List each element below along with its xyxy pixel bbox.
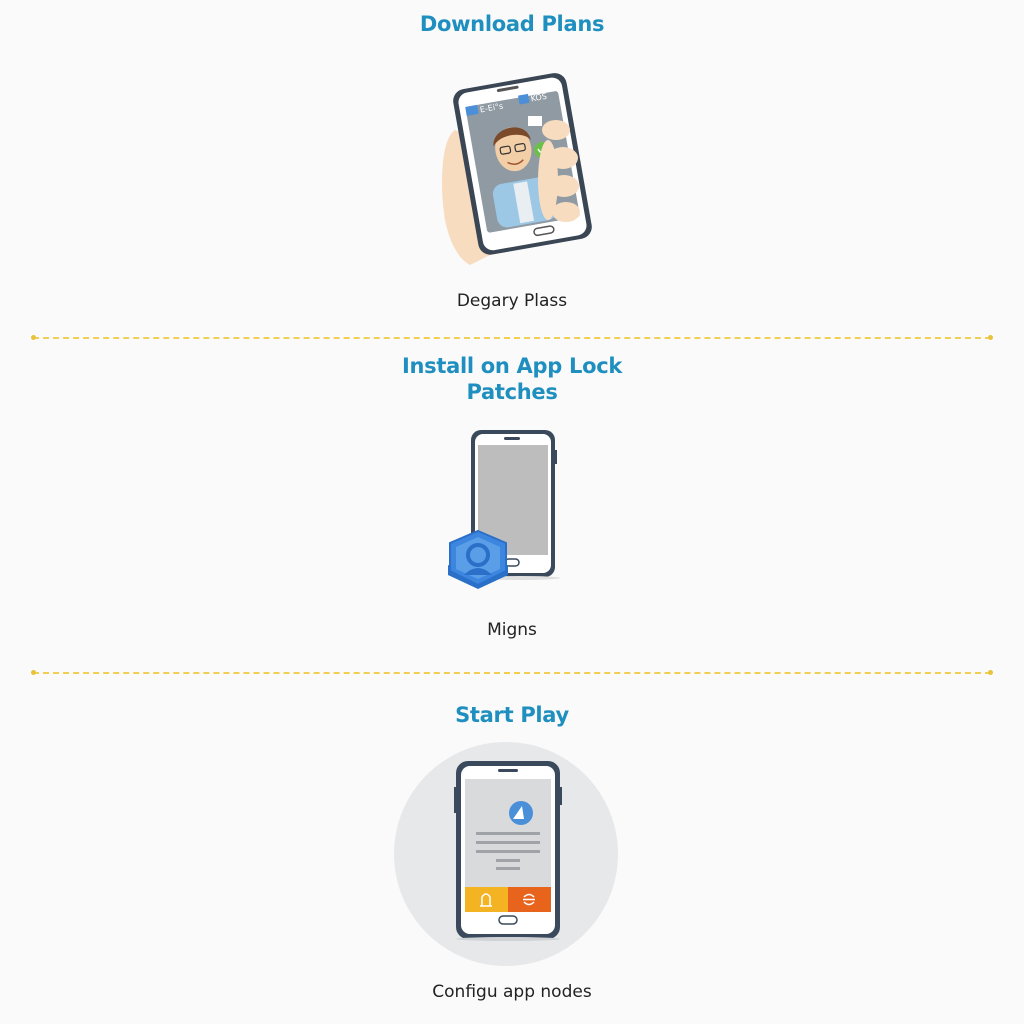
divider-2 xyxy=(31,670,993,675)
settings-button[interactable] xyxy=(508,887,551,912)
gallery-icon xyxy=(528,116,542,126)
shield-lock-icon xyxy=(448,529,508,589)
step-2-illustration xyxy=(448,430,560,589)
step-2-title-line-1: Install on App Lock xyxy=(401,354,623,378)
step-1-illustration: E-Ei°s KOS xyxy=(442,73,592,265)
step-2-title-line-2: Patches xyxy=(466,380,558,404)
divider-1 xyxy=(31,335,993,340)
step-3-caption: Configu app nodes xyxy=(432,982,592,1002)
step-1-title: Download Plans xyxy=(419,12,605,36)
step-3-illustration xyxy=(394,742,618,966)
lock-button[interactable] xyxy=(465,887,508,912)
app-logo-icon xyxy=(509,801,533,825)
step-2-caption: Migns xyxy=(487,620,537,640)
step-1-caption: Degary Plass xyxy=(456,291,568,311)
step-3-title: Start Play xyxy=(455,703,569,727)
